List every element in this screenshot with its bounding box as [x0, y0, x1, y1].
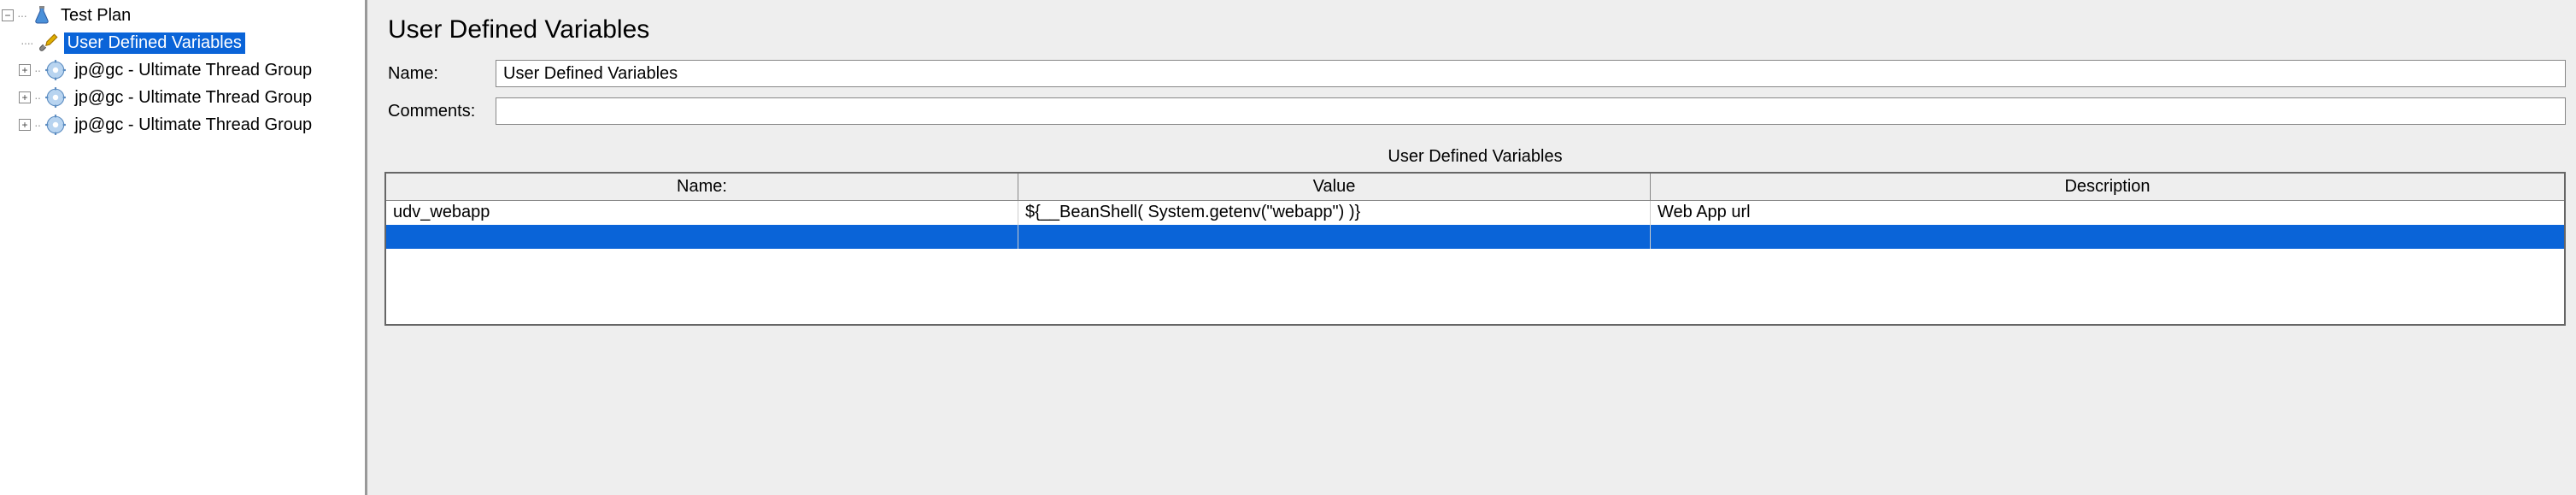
- gear-icon: [44, 113, 67, 137]
- name-label: Name:: [384, 64, 496, 84]
- table-row-empty-selected[interactable]: [386, 225, 2564, 249]
- tree-item-thread-group-2[interactable]: + ·· jp@gc - Ultimate Thread Group: [0, 84, 365, 111]
- expand-minus-icon[interactable]: −: [2, 9, 14, 21]
- name-input[interactable]: [496, 60, 2566, 87]
- expand-plus-icon[interactable]: +: [19, 64, 31, 76]
- table-row[interactable]: udv_webapp ${__BeanShell( System.getenv(…: [386, 201, 2564, 225]
- flask-icon: [30, 3, 54, 27]
- comments-label: Comments:: [384, 102, 496, 121]
- table-header: Name: Value Description: [386, 174, 2564, 201]
- tree-item-thread-group-3[interactable]: + ·· jp@gc - Ultimate Thread Group: [0, 111, 365, 138]
- tree-panel: − ··· Test Plan ···· User Defined Variab…: [0, 0, 367, 495]
- cell-value[interactable]: ${__BeanShell( System.getenv("webapp") )…: [1018, 201, 1651, 225]
- tree-root-label: Test Plan: [57, 5, 134, 27]
- cell-desc[interactable]: [1651, 225, 2564, 249]
- main-panel: User Defined Variables Name: Comments: U…: [374, 0, 2576, 495]
- table-body: udv_webapp ${__BeanShell( System.getenv(…: [386, 201, 2564, 324]
- tree-connector-icon: ··: [34, 91, 40, 104]
- tree-item-label: User Defined Variables: [64, 32, 245, 54]
- tree-item-label: jp@gc - Ultimate Thread Group: [71, 87, 315, 109]
- cell-name[interactable]: [386, 225, 1018, 249]
- tree-connector-icon: ····: [21, 36, 33, 50]
- cell-name[interactable]: udv_webapp: [386, 201, 1018, 225]
- section-title: User Defined Variables: [384, 147, 2566, 167]
- gear-icon: [44, 85, 67, 109]
- tree-item-label: jp@gc - Ultimate Thread Group: [71, 115, 315, 136]
- variables-table: Name: Value Description udv_webapp ${__B…: [384, 172, 2566, 326]
- tree-root-row[interactable]: − ··· Test Plan: [0, 2, 365, 29]
- name-row: Name:: [384, 60, 2566, 87]
- column-header-desc[interactable]: Description: [1651, 174, 2564, 200]
- tree-connector-icon: ··: [34, 63, 40, 77]
- tree-connector-icon: ···: [17, 9, 26, 22]
- splitter[interactable]: [367, 0, 374, 495]
- column-header-value[interactable]: Value: [1018, 174, 1651, 200]
- tree-item-user-vars[interactable]: ···· User Defined Variables: [0, 29, 365, 56]
- cell-value[interactable]: [1018, 225, 1651, 249]
- column-header-name[interactable]: Name:: [386, 174, 1018, 200]
- expand-plus-icon[interactable]: +: [19, 91, 31, 103]
- cell-desc[interactable]: Web App url: [1651, 201, 2564, 225]
- panel-title: User Defined Variables: [388, 15, 2566, 44]
- tools-icon: [37, 31, 61, 55]
- tree-connector-icon: ··: [34, 118, 40, 132]
- gear-icon: [44, 58, 67, 82]
- tree-item-label: jp@gc - Ultimate Thread Group: [71, 60, 315, 81]
- expand-plus-icon[interactable]: +: [19, 119, 31, 131]
- comments-row: Comments:: [384, 97, 2566, 125]
- tree-item-thread-group-1[interactable]: + ·· jp@gc - Ultimate Thread Group: [0, 56, 365, 84]
- comments-input[interactable]: [496, 97, 2566, 125]
